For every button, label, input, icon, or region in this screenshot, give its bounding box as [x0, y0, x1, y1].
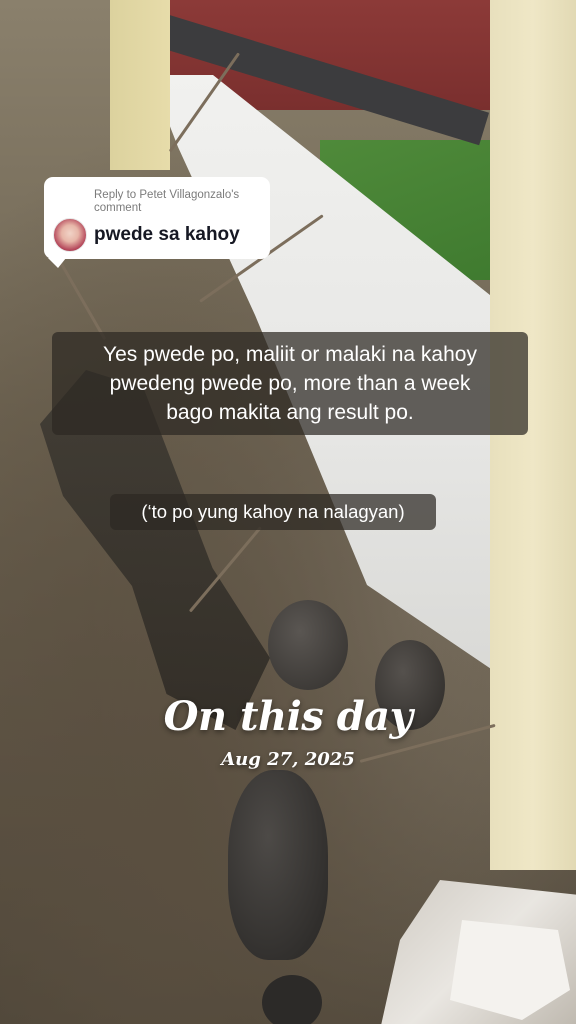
reply-comment-card[interactable]: Reply to Petet Villagonzalo's comment pw… — [44, 177, 270, 268]
caption-line: pwedeng pwede po, more than a week — [109, 372, 471, 395]
video-frame: Reply to Petet Villagonzalo's comment pw… — [0, 0, 576, 1024]
reply-to-label: Reply to Petet Villagonzalo's comment — [94, 189, 240, 214]
caption-line: Yes pwede po, maliit or malaki na kahoy — [103, 343, 477, 366]
reply-comment-text: pwede sa kahoy — [94, 224, 240, 245]
on-this-day-date: Aug 27, 2025 — [221, 749, 355, 770]
on-this-day-title: On this day — [163, 693, 413, 740]
caption-line: bago makita ang result po. — [166, 401, 414, 424]
user-avatar-icon — [53, 218, 87, 252]
garden-rock — [262, 975, 322, 1024]
garden-rock — [228, 770, 328, 960]
yellow-wall-left — [110, 0, 170, 170]
caption-sub: (‘to po yung kahoy na nalagyan) — [110, 494, 436, 530]
garden-rock — [268, 600, 348, 690]
caption-main: Yes pwede po, maliit or malaki na kahoy … — [52, 332, 528, 435]
